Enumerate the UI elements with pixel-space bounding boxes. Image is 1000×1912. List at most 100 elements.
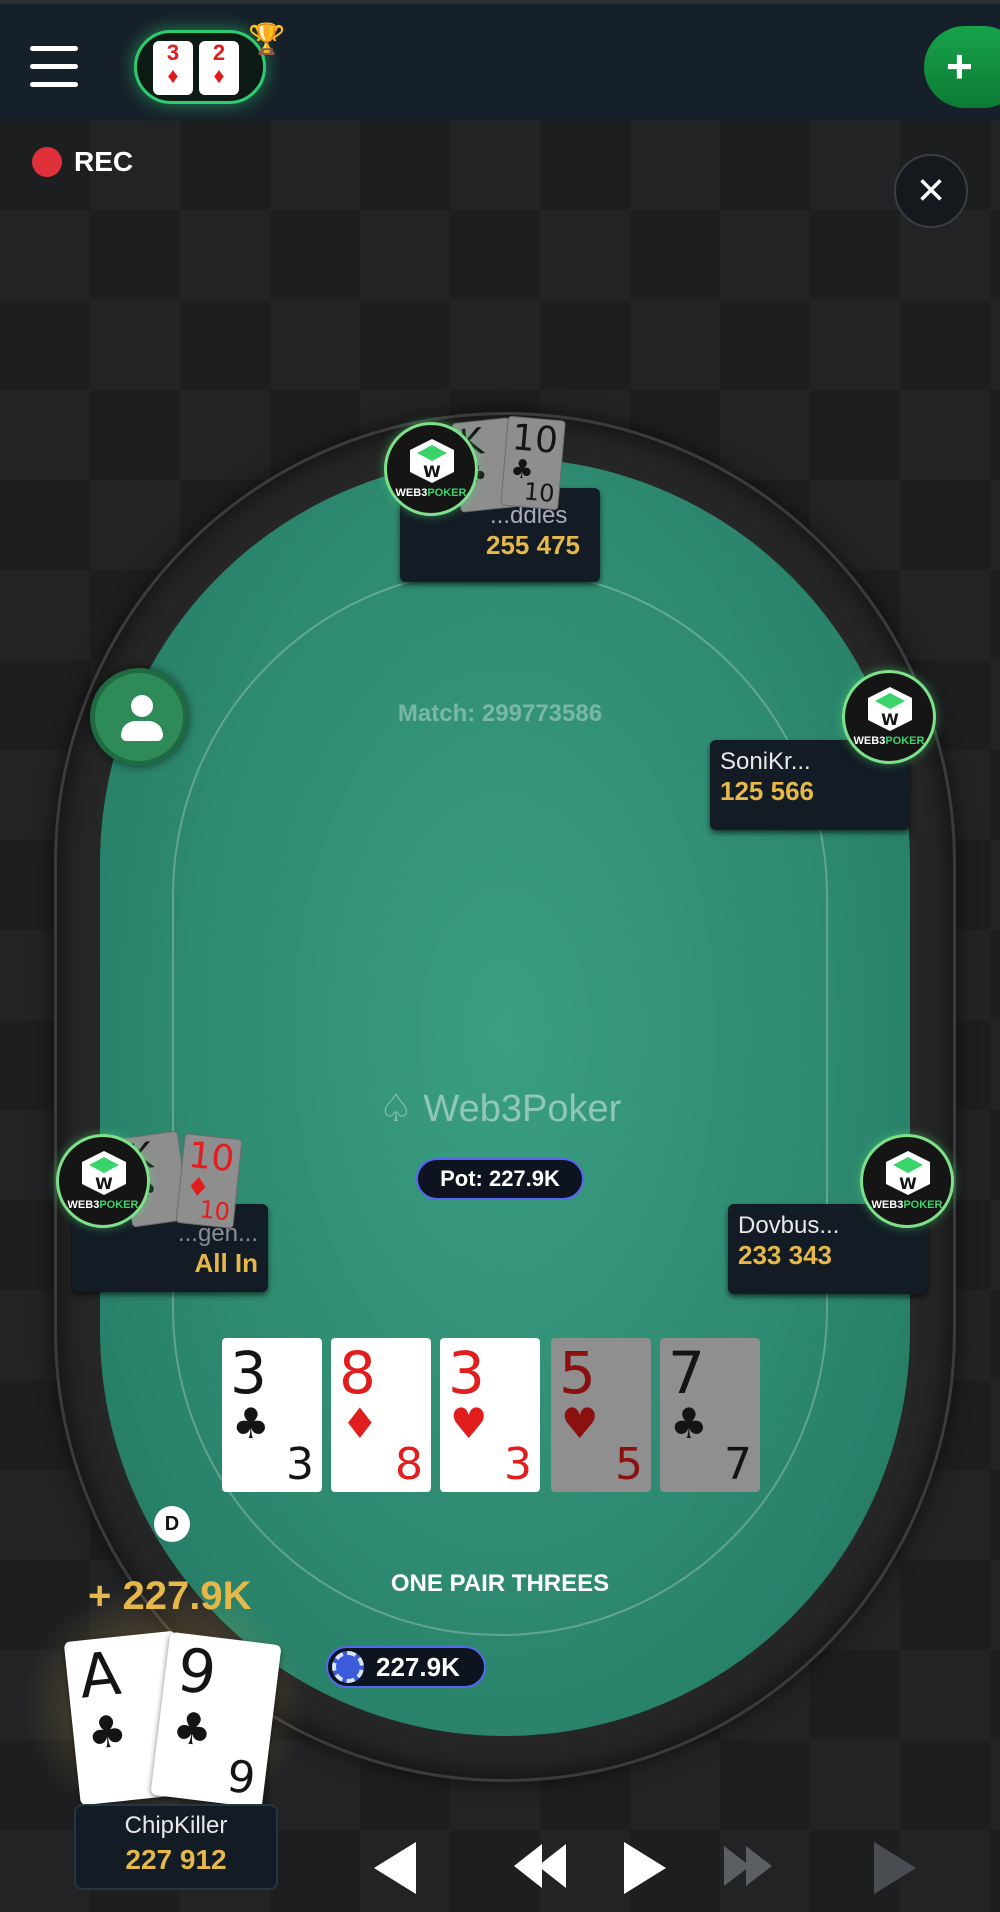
web3poker-logo-icon: W [82,1151,126,1195]
game-logo[interactable]: 3 ♦ 2 ♦ [134,30,266,104]
svg-text:W: W [423,462,441,481]
card-rank: 3 [230,1339,267,1407]
logo-card-suit: ♦ [167,63,179,88]
svg-text:W: W [881,710,899,729]
card-rank: 9 [173,1635,220,1710]
player-stack: 255 475 [486,530,580,560]
player-stack: 233 343 [738,1240,832,1270]
avatar-brand-left: WEB3 [395,487,428,499]
board-card-2: 8 ♦ 8 [331,1338,431,1492]
avatar-brand-right: POKER [427,487,467,499]
card-rank-small: 5 [615,1439,643,1490]
hand-rank-label: ONE PAIR THREES [390,1570,610,1597]
card-rank: 7 [668,1339,705,1407]
web3poker-logo-icon: W [410,439,454,483]
avatar-brand-left: WEB3 [67,1199,100,1211]
avatar-brand-right: POKER [903,1199,943,1211]
rec-label: REC [74,146,134,177]
play-icon [624,1842,666,1894]
rewind-button[interactable] [514,1840,574,1896]
avatar-brand: WEB3POKER [845,735,933,747]
brand-label: Web3Poker [423,1088,622,1130]
avatar-brand: WEB3POKER [59,1199,147,1211]
hero-card-2: 9 ♣ 9 [150,1631,282,1809]
brand-watermark: ♤ Web3Poker [300,1086,700,1131]
card-rank-small: 8 [395,1439,423,1490]
player-avatar-left[interactable]: W WEB3POKER [56,1134,150,1228]
spade-icon: ♤ [378,1088,413,1130]
logo-card: 2 ♦ [199,41,239,95]
web3poker-logo-icon: W [868,687,912,731]
card-rank-small: 9 [224,1750,259,1806]
win-amount: + 227.9K [88,1574,252,1618]
card-rank-small: 3 [286,1439,314,1490]
avatar-brand-left: WEB3 [853,735,886,747]
hero-name: ChipKiller [124,1812,228,1839]
avatar-brand: WEB3POKER [863,1199,951,1211]
previous-icon [374,1842,416,1894]
hero-stack: 227 912 [125,1844,227,1875]
player-avatar-right-lower[interactable]: W WEB3POKER [860,1134,954,1228]
recording-indicator: REC [32,146,133,178]
player-top-card-2: 10 ♣ 10 [500,415,566,511]
bet-amount: 227.9K [376,1652,460,1682]
trophy-icon: 🏆 [248,23,286,56]
chip-icon [332,1651,364,1683]
card-rank-small: 10 [197,1195,232,1227]
card-suit: ♣ [84,1705,130,1761]
player-avatar-right-upper[interactable]: W WEB3POKER [842,670,936,764]
board-card-3: 3 ♥ 3 [440,1338,540,1492]
rewind-icon-part [538,1844,566,1888]
empty-seat-button[interactable] [90,668,188,766]
play-button[interactable] [624,1840,684,1896]
card-rank: 5 [559,1339,596,1407]
card-rank: 8 [339,1339,376,1407]
card-rank: A [75,1638,125,1713]
card-rank-small: 3 [504,1439,532,1490]
fast-forward-button[interactable] [724,1840,784,1896]
avatar-brand: WEB3POKER [387,487,475,499]
card-rank-small: 7 [724,1439,752,1490]
logo-card-rank: 2 [212,40,226,65]
svg-text:W: W [95,1174,113,1193]
close-button[interactable]: × [894,154,968,228]
web3poker-logo-icon: W [886,1151,930,1195]
user-icon [131,695,153,717]
card-suit: ♥ [450,1399,488,1448]
record-dot-icon [32,147,62,177]
next-button[interactable] [874,1840,934,1896]
board-card-5: 7 ♣ 7 [660,1338,760,1492]
board-card-1: 3 ♣ 3 [222,1338,322,1492]
user-icon-body [121,721,163,741]
pot-label: Pot: 227.9K [416,1158,584,1200]
bet-chip-stack: 227.9K [326,1646,486,1688]
match-label: Match: 299773586 [397,700,603,727]
top-bar: 3 ♦ 2 ♦ 🏆 + [0,0,1000,120]
card-suit: ♥ [561,1399,599,1448]
logo-card: 3 ♦ [153,41,193,95]
card-suit: ♣ [232,1399,270,1448]
dealer-button: D [154,1506,190,1542]
logo-card-rank: 3 [166,40,180,65]
card-suit: ♣ [670,1399,708,1448]
card-suit: ♦ [341,1399,379,1448]
player-left-card-2: 10 ♦ 10 [175,1133,243,1229]
next-icon [874,1842,916,1894]
avatar-brand-left: WEB3 [871,1199,904,1211]
card-suit: ♣ [169,1701,216,1758]
player-stack: 125 566 [720,776,814,806]
board-card-4: 5 ♥ 5 [551,1338,651,1492]
avatar-brand-right: POKER [885,735,925,747]
menu-icon[interactable] [30,46,78,88]
previous-button[interactable] [374,1840,434,1896]
add-button[interactable]: + [924,26,1000,108]
fast-forward-icon-part [746,1846,772,1886]
svg-text:W: W [899,1174,917,1193]
player-stack: All In [194,1248,258,1278]
card-rank-small: 10 [522,477,556,508]
card-rank: 3 [448,1339,485,1407]
player-avatar-top[interactable]: W WEB3POKER [384,422,478,516]
logo-card-suit: ♦ [213,63,225,88]
avatar-brand-right: POKER [99,1199,139,1211]
hero-player-box[interactable]: ChipKiller 227 912 [74,1804,278,1890]
